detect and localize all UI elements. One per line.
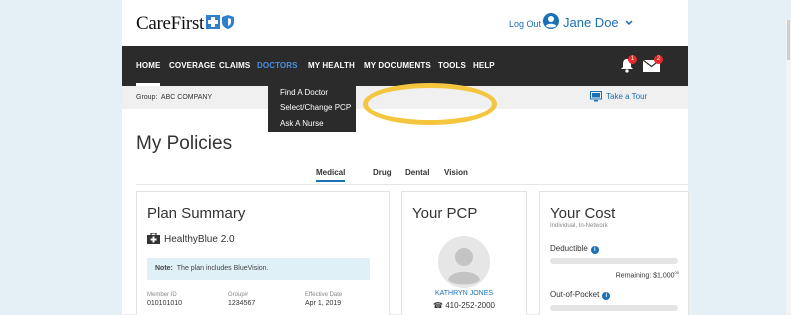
tab-vision[interactable]: Vision <box>444 168 468 177</box>
blue-cross-icon <box>206 15 220 29</box>
nav-my-documents[interactable]: MY DOCUMENTS <box>364 46 431 86</box>
logout-link[interactable]: Log Out <box>509 19 541 29</box>
effective-date-value: Apr 1, 2019 <box>305 300 342 307</box>
deductible-label: Deductible i <box>550 244 599 254</box>
out-of-pocket-progress-bar <box>550 305 678 311</box>
effective-date-label: Effective Date <box>305 292 343 298</box>
group-number-value: 1234567 <box>228 300 256 307</box>
nav-home[interactable]: HOME <box>136 46 161 86</box>
top-bar: CareFirst Log Out Jane Doe <box>122 0 688 46</box>
main-nav: HOME COVERAGE CLAIMS DOCTORS MY HEALTH M… <box>122 46 688 86</box>
nav-claims[interactable]: CLAIMS <box>219 46 250 86</box>
tabs-divider <box>136 184 688 185</box>
group-label: Group: <box>136 94 158 101</box>
menu-item-ask-a-nurse[interactable]: Ask A Nurse <box>280 119 324 128</box>
tab-dental[interactable]: Dental <box>405 168 429 177</box>
nav-tools[interactable]: TOOLS <box>438 46 466 86</box>
plan-summary-card: Plan Summary HealthyBlue 2.0 Note: The p… <box>136 191 390 315</box>
page-title: My Policies <box>136 133 233 154</box>
plan-note-text: Note: The plan includes BlueVision. <box>155 265 269 272</box>
pcp-phone-number: 410-252-2000 <box>445 301 496 310</box>
blue-cross-shield-logo <box>206 15 234 29</box>
note-text: The plan includes BlueVision. <box>176 265 269 272</box>
note-label: Note: <box>155 265 173 272</box>
notifications-button[interactable]: 1 <box>620 55 637 78</box>
menu-item-find-a-doctor[interactable]: Find A Doctor <box>280 88 328 97</box>
policy-tabs: Medical Drug Dental Vision <box>122 168 688 184</box>
cost-card: Your Cost Individual, In-Network Deducti… <box>539 191 689 315</box>
pcp-card: Your PCP KATHRYN JONES ☎ 410-252-2000 <box>401 191 527 315</box>
member-id-value: 010101010 <box>147 300 183 307</box>
cost-title: Your Cost <box>550 205 616 222</box>
group-number-label: Group# <box>228 292 249 298</box>
group-info: Group: ABC COMPANY <box>136 94 212 101</box>
monitor-icon[interactable] <box>590 91 602 102</box>
nav-doctors[interactable]: DOCTORS <box>257 46 298 86</box>
member-id-label: Member ID <box>147 292 177 298</box>
user-name[interactable]: Jane Doe <box>563 15 619 30</box>
cost-subtitle: Individual, In-Network <box>550 223 608 229</box>
plan-summary-title: Plan Summary <box>147 205 246 222</box>
remaining-cents: 00 <box>674 270 679 275</box>
deductible-remaining: Remaining: $1,00000 <box>616 270 679 279</box>
info-icon[interactable]: i <box>602 292 611 300</box>
take-a-tour-link[interactable]: Take a Tour <box>606 92 647 101</box>
pcp-phone: ☎ 410-252-2000 <box>402 301 526 310</box>
tab-drug[interactable]: Drug <box>373 168 392 177</box>
tab-medical[interactable]: Medical <box>316 168 346 182</box>
scrollbar[interactable] <box>786 20 791 314</box>
pcp-avatar-icon <box>438 236 490 288</box>
user-avatar-icon[interactable] <box>543 13 559 29</box>
scrollbar-thumb[interactable] <box>787 20 790 60</box>
deductible-label-text: Deductible <box>550 244 588 253</box>
blue-shield-icon <box>222 15 234 29</box>
doctors-dropdown-menu: Find A Doctor Select/Change PCP Ask A Nu… <box>268 86 356 132</box>
group-name: ABC COMPANY <box>160 94 213 101</box>
remaining-label: Remaining: <box>615 272 652 280</box>
out-of-pocket-label: Out-of-Pocket i <box>550 290 611 300</box>
messages-badge: 2 <box>654 55 663 64</box>
info-icon[interactable]: i <box>590 246 599 254</box>
out-of-pocket-label-text: Out-of-Pocket <box>550 290 600 299</box>
nav-my-health[interactable]: MY HEALTH <box>308 46 355 86</box>
highlight-circle-annotation <box>363 83 497 125</box>
page: CareFirst Log Out Jane Doe HOME COVERAGE <box>122 0 689 315</box>
carefirst-logo[interactable]: CareFirst <box>136 13 204 35</box>
menu-item-select-change-pcp[interactable]: Select/Change PCP <box>280 103 351 112</box>
phone-icon: ☎ <box>432 301 443 310</box>
deductible-progress-bar <box>550 258 678 264</box>
nav-coverage[interactable]: COVERAGE <box>169 46 216 86</box>
pcp-name-link[interactable]: KATHRYN JONES <box>402 290 526 297</box>
chevron-down-icon[interactable] <box>625 20 633 26</box>
nav-help[interactable]: HELP <box>473 46 495 86</box>
plan-note: Note: The plan includes BlueVision. <box>147 258 370 280</box>
remaining-value: $1,000 <box>653 272 675 280</box>
medical-briefcase-icon <box>147 233 160 244</box>
messages-button[interactable]: 2 <box>642 55 663 77</box>
notifications-badge: 1 <box>628 55 637 64</box>
pcp-title: Your PCP <box>412 205 478 222</box>
plan-name: HealthyBlue 2.0 <box>164 234 235 245</box>
